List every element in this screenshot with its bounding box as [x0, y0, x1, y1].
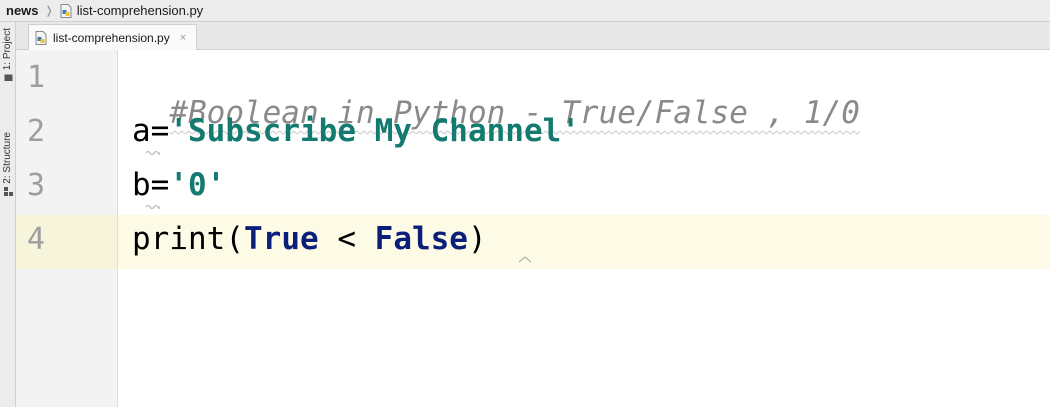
paren-close-token: ) — [467, 221, 487, 257]
line-number: 3 — [26, 168, 46, 203]
structure-tab-label: 2: Structure — [2, 132, 13, 184]
paren-open-token: ( — [225, 221, 244, 257]
code-line-2[interactable]: a ='Subscribe My Channel' — [132, 113, 580, 155]
line-number: 4 — [26, 222, 46, 257]
structure-icon — [3, 186, 13, 196]
folder-icon — [4, 74, 12, 82]
keyword-true-token: True — [244, 221, 319, 257]
breadcrumb-file[interactable]: list-comprehension.py — [77, 3, 203, 18]
editor-tab-bar: list-comprehension.py × — [16, 22, 1050, 50]
breadcrumb-project[interactable]: news — [0, 3, 39, 18]
breadcrumb-separator-icon: ❭ — [44, 5, 54, 17]
operator-token: = — [150, 167, 170, 203]
function-token: print — [132, 221, 226, 257]
string-token: '0' — [169, 167, 226, 203]
close-icon[interactable]: × — [180, 32, 186, 44]
editor-tab-list-comprehension[interactable]: list-comprehension.py × — [28, 24, 198, 50]
variable-token: b — [132, 167, 160, 209]
navigation-bar: news ❭ list-comprehension.py — [0, 0, 1050, 22]
project-tab-label: 1: Project — [2, 28, 13, 71]
code-line-4[interactable]: print(True < False) — [132, 221, 487, 257]
warning-squiggle-icon — [146, 150, 160, 155]
warning-squiggle-icon — [146, 204, 160, 209]
operator-token: < — [318, 221, 375, 257]
string-token: 'Subscribe My Channel' — [169, 113, 580, 149]
structure-tool-tab[interactable]: 2: Structure — [1, 132, 15, 196]
code-line-3[interactable]: b ='0' — [132, 167, 226, 209]
operator-token: = — [150, 113, 170, 149]
python-file-icon — [60, 3, 72, 18]
python-file-icon — [35, 30, 47, 45]
tab-label: list-comprehension.py — [53, 30, 170, 45]
keyword-false-token: False — [374, 221, 468, 257]
tool-window-strip: 1: Project 2: Structure — [0, 22, 16, 407]
project-tool-tab[interactable]: 1: Project — [1, 28, 15, 82]
line-number: 2 — [26, 114, 46, 149]
brace-match-icon — [518, 256, 532, 263]
line-number: 1 — [26, 60, 46, 95]
variable-token: a — [132, 113, 160, 155]
